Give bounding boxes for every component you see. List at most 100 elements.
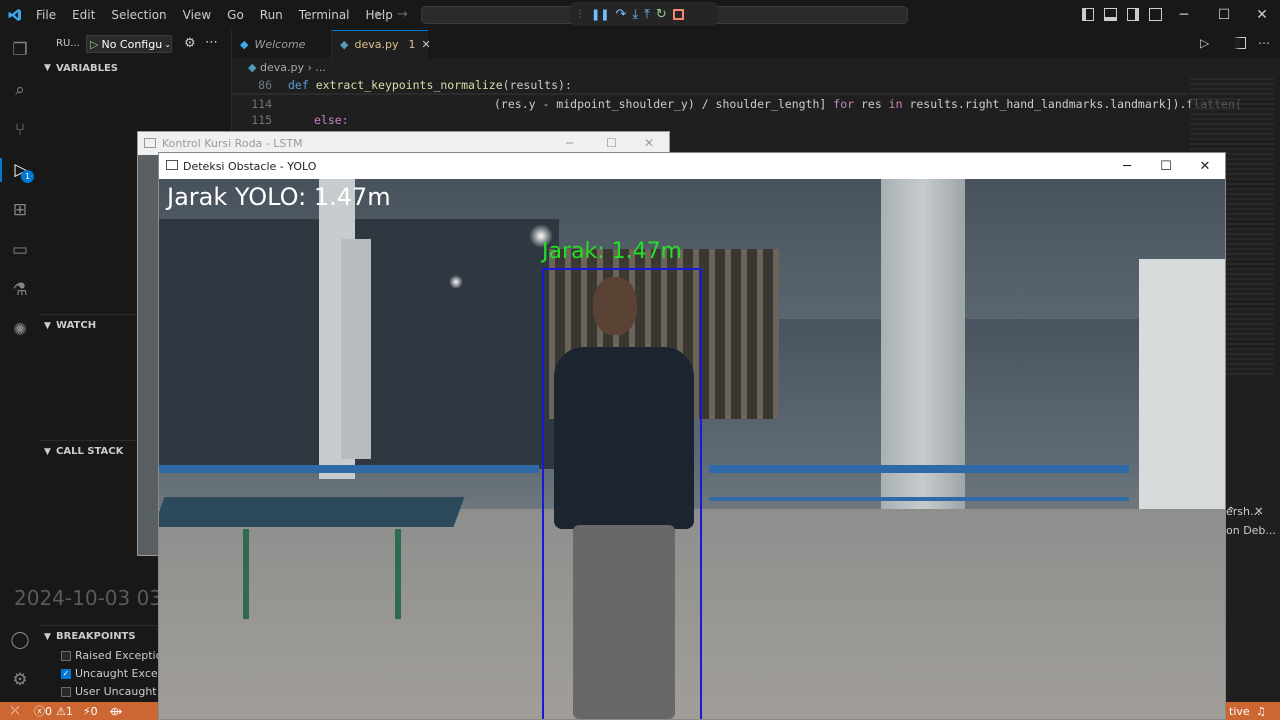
menu-edit[interactable]: Edit xyxy=(64,8,103,22)
camera-feed: Jarak: 1.47m Jarak YOLO: 1.47m xyxy=(159,179,1225,719)
railing xyxy=(709,465,1129,473)
python-file-icon: ◆ xyxy=(248,61,257,74)
step-over-icon[interactable]: ↷ xyxy=(615,7,626,22)
debug-config-label: No Configu xyxy=(101,37,163,51)
tab-welcome[interactable]: ◆ Welcome xyxy=(232,30,332,58)
breakpoints-label: BREAKPOINTS xyxy=(56,631,136,642)
testing-icon[interactable]: ⚗ xyxy=(8,278,32,302)
maximize-icon[interactable]: ☐ xyxy=(1204,0,1244,30)
breadcrumb-file[interactable]: deva.py xyxy=(260,61,304,74)
step-into-icon[interactable]: ⤓ xyxy=(632,7,638,22)
nav-back-icon[interactable]: ← xyxy=(374,7,385,22)
explorer-icon[interactable]: ❐ xyxy=(8,38,32,62)
maximize-icon[interactable]: ☐ xyxy=(1146,153,1186,179)
ports-count: 0 xyxy=(90,704,98,718)
callstack-label: CALL STACK xyxy=(56,446,124,457)
chevron-down-icon: ▼ xyxy=(44,320,51,331)
debug-config-select[interactable]: ▷ No Configu ⌄ xyxy=(86,35,172,53)
source-control-icon[interactable]: ⑂ xyxy=(8,118,32,142)
line-number: 86 xyxy=(258,78,272,92)
menu-bar: File Edit Selection View Go Run Terminal… xyxy=(28,8,401,22)
line-number: 114 xyxy=(251,97,272,111)
remote-icon[interactable]: ⤫ xyxy=(0,704,30,718)
code-keyword: def xyxy=(288,78,316,92)
minimize-icon[interactable]: ─ xyxy=(566,136,573,150)
table xyxy=(159,497,465,527)
close-tab-icon[interactable]: ✕ xyxy=(421,38,430,51)
restart-icon[interactable]: ↻ xyxy=(656,7,667,22)
breadcrumb-more[interactable]: ... xyxy=(315,61,326,74)
code-text: (res.y - midpoint_shoulder_y) / shoulder… xyxy=(494,97,834,111)
menu-view[interactable]: View xyxy=(175,8,219,22)
chevron-down-icon: ▼ xyxy=(44,446,51,457)
yolo-window[interactable]: Deteksi Obstacle - YOLO ─ ☐ ✕ Jarak: 1.4… xyxy=(158,152,1226,720)
toggle-panel-icon[interactable] xyxy=(1104,8,1117,21)
notifications-bell-icon[interactable]: ♫ xyxy=(1256,705,1266,718)
menu-run[interactable]: Run xyxy=(252,8,291,22)
checkbox[interactable] xyxy=(61,686,71,697)
python-file-icon: ◆ xyxy=(340,38,349,51)
drag-handle-icon[interactable]: ⋮ xyxy=(575,9,585,20)
railing xyxy=(709,497,1129,501)
chevron-down-icon: ⌄ xyxy=(164,39,171,49)
settings-gear-icon[interactable]: ⚙ xyxy=(8,668,32,692)
code-function: extract_keypoints_normalize xyxy=(315,78,503,92)
accounts-icon[interactable]: ◯ xyxy=(8,628,32,652)
close-icon[interactable]: ✕ xyxy=(644,136,654,150)
run-file-icon[interactable]: ▷ xyxy=(1200,36,1209,50)
variables-label: VARIABLES xyxy=(56,62,118,74)
run-debug-title: RU... xyxy=(56,38,80,49)
menu-selection[interactable]: Selection xyxy=(103,8,174,22)
toggle-sidebar-icon[interactable] xyxy=(1082,8,1094,21)
extensions-icon[interactable]: ⊞ xyxy=(8,198,32,222)
checkbox-checked[interactable]: ✓ xyxy=(61,668,71,679)
problem-count: 1 xyxy=(408,38,416,51)
run-debug-icon[interactable]: ▷ xyxy=(0,158,40,182)
more-actions-icon[interactable]: ⋯ xyxy=(1258,36,1270,50)
ceiling-light xyxy=(449,275,463,289)
toggle-secondary-sidebar-icon[interactable] xyxy=(1127,8,1139,21)
terminal-list: ersh... on Deb... xyxy=(1226,505,1280,575)
menu-file[interactable]: File xyxy=(28,8,64,22)
menu-terminal[interactable]: Terminal xyxy=(291,8,358,22)
menu-go[interactable]: Go xyxy=(219,8,252,22)
tab-deva-py[interactable]: ◆ deva.py 1 ✕ xyxy=(332,30,431,58)
status-right-text[interactable]: tive xyxy=(1229,705,1250,718)
stop-icon[interactable] xyxy=(672,8,684,20)
search-icon[interactable]: ⌕ xyxy=(8,78,32,102)
nav-forward-icon[interactable]: → xyxy=(397,7,408,22)
ports-icon[interactable]: ⚡ xyxy=(83,705,91,718)
errors-icon[interactable]: ⓧ xyxy=(34,703,45,719)
terminal-item[interactable]: on Deb... xyxy=(1226,524,1280,537)
debug-toolbar: ⋮ ❚❚ ↷ ⤓ ⤒ ↻ xyxy=(571,2,717,26)
customize-layout-icon[interactable] xyxy=(1149,8,1162,21)
close-icon[interactable]: ✕ xyxy=(1185,153,1225,179)
close-icon[interactable]: ✕ xyxy=(1242,0,1280,30)
step-out-icon[interactable]: ⤒ xyxy=(644,7,650,22)
table-leg xyxy=(243,529,249,619)
debug-settings-icon[interactable]: ⚙ xyxy=(184,36,196,51)
pause-icon[interactable]: ❚❚ xyxy=(591,8,609,21)
extension-view-icon[interactable]: ✺ xyxy=(8,318,32,342)
minimize-icon[interactable]: ─ xyxy=(1164,0,1204,30)
minimize-icon[interactable]: ─ xyxy=(1107,153,1147,179)
yolo-titlebar[interactable]: Deteksi Obstacle - YOLO xyxy=(159,153,1225,179)
more-actions-icon[interactable]: ⋯ xyxy=(205,35,218,50)
maximize-icon[interactable]: ☐ xyxy=(606,136,617,150)
yolo-window-title: Deteksi Obstacle - YOLO xyxy=(183,159,317,173)
start-debug-icon[interactable]: ▷ xyxy=(87,38,101,51)
debug-status-icon[interactable]: ⟴ xyxy=(110,705,123,718)
code-line: else: xyxy=(314,113,349,127)
lstm-window-title: Kontrol Kursi Roda - LSTM xyxy=(162,137,303,150)
breakpoint-item[interactable]: User Uncaught Ex xyxy=(61,685,174,698)
warnings-icon[interactable]: ⚠ xyxy=(56,705,66,718)
checkbox[interactable] xyxy=(61,650,71,661)
tab-label: deva.py xyxy=(354,38,399,51)
chevron-down-icon: ▼ xyxy=(44,631,51,642)
code-line: def extract_keypoints_normalize(results)… xyxy=(288,78,572,92)
split-editor-icon[interactable] xyxy=(1234,37,1246,49)
remote-explorer-icon[interactable]: ▭ xyxy=(8,238,32,262)
terminal-item[interactable]: ersh... xyxy=(1226,505,1280,518)
watch-label: WATCH xyxy=(56,320,97,331)
variables-section[interactable]: ▼ VARIABLES xyxy=(40,57,232,79)
